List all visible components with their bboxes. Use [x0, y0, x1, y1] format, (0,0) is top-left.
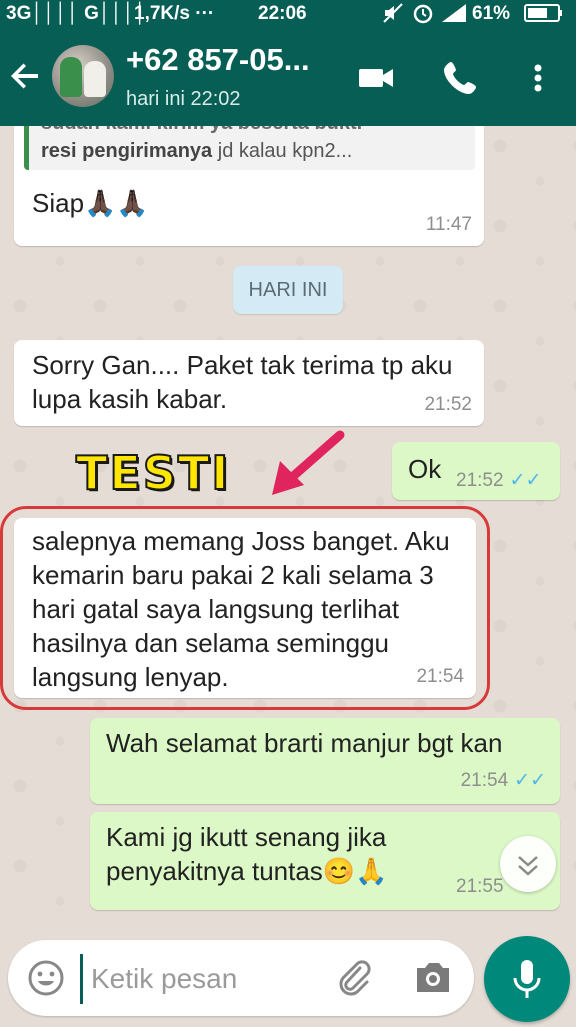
- scroll-down-icon: [518, 856, 538, 876]
- camera-icon[interactable]: [412, 958, 454, 998]
- message-text: Sorry Gan.... Paket tak terima tp aku lu…: [32, 350, 453, 414]
- message-text: salepnya memang Joss banget. Aku kemarin…: [32, 526, 450, 692]
- battery-percent: 61%: [472, 3, 511, 24]
- testi-annotation-label: TESTI: [75, 445, 231, 501]
- message-time-row: 21:52 ✓✓: [456, 470, 542, 491]
- contact-name[interactable]: +62 857-05...: [126, 42, 310, 78]
- day-divider: HARI INI: [233, 266, 343, 314]
- annotation-arrow-icon: [272, 430, 345, 495]
- read-ticks-icon: ✓✓: [514, 770, 546, 791]
- chat-area[interactable]: sudah kami kirim ya beserta bukti resi p…: [0, 126, 576, 936]
- message-text: Siap🙏🏿🙏🏿: [32, 188, 149, 218]
- message-time: 21:55: [456, 876, 504, 897]
- emoji-icon[interactable]: [26, 958, 66, 998]
- message-bubble-outgoing[interactable]: Wah selamat brarti manjur bgt kan 21:54 ✓…: [90, 718, 560, 804]
- read-ticks-icon: ✓✓: [509, 470, 542, 491]
- message-time: 21:54: [416, 666, 464, 687]
- mic-button[interactable]: [484, 936, 570, 1022]
- status-bar: 3G││││ G││││ 1,7K/s ··· 22:06 61%: [0, 0, 576, 28]
- mic-icon: [513, 960, 541, 998]
- network-speed: 1,7K/s ···: [134, 3, 215, 24]
- message-time-row: 21:54 ✓✓: [460, 770, 546, 791]
- message-bubble-incoming[interactable]: sudah kami kirim ya beserta bukti resi p…: [14, 126, 484, 246]
- message-text: Ok: [408, 454, 442, 484]
- message-time: 11:47: [425, 214, 472, 235]
- phone-icon[interactable]: [440, 58, 480, 98]
- message-bubble-outgoing[interactable]: Kami jg ikutt senang jika penyakitnya tu…: [90, 812, 560, 910]
- message-bubble-incoming[interactable]: Sorry Gan.... Paket tak terima tp aku lu…: [14, 340, 484, 426]
- scroll-down-button[interactable]: [500, 836, 556, 892]
- message-bubble-incoming[interactable]: salepnya memang Joss banget. Aku kemarin…: [14, 518, 476, 698]
- composer-bar: [0, 936, 576, 1024]
- attach-icon[interactable]: [334, 958, 374, 998]
- message-bubble-outgoing[interactable]: Ok 21:52 ✓✓: [392, 442, 560, 500]
- quoted-line-2: resi pengirimanya jd kalau kpn2...: [41, 140, 353, 162]
- message-text: Kami jg ikutt senang jika penyakitnya tu…: [106, 822, 388, 886]
- network-indicator: 3G││││ G││││: [6, 3, 147, 24]
- chat-header: +62 857-05... hari ini 22:02: [0, 28, 576, 126]
- more-vert-icon[interactable]: [520, 58, 560, 98]
- back-arrow-icon[interactable]: [8, 58, 44, 94]
- message-time: 21:52: [424, 394, 472, 415]
- composer: [8, 940, 474, 1016]
- battery-icon: [524, 3, 564, 29]
- message-input[interactable]: [80, 954, 333, 1004]
- avatar[interactable]: [52, 45, 114, 107]
- message-text: Wah selamat brarti manjur bgt kan: [106, 728, 503, 758]
- signal-3g-icon: [440, 2, 468, 30]
- video-call-icon[interactable]: [356, 58, 396, 98]
- mute-icon: [382, 2, 404, 30]
- last-seen: hari ini 22:02: [126, 88, 241, 110]
- quoted-message[interactable]: sudah kami kirim ya beserta bukti resi p…: [24, 126, 475, 170]
- alarm-icon: [412, 2, 434, 30]
- status-time: 22:06: [258, 3, 307, 24]
